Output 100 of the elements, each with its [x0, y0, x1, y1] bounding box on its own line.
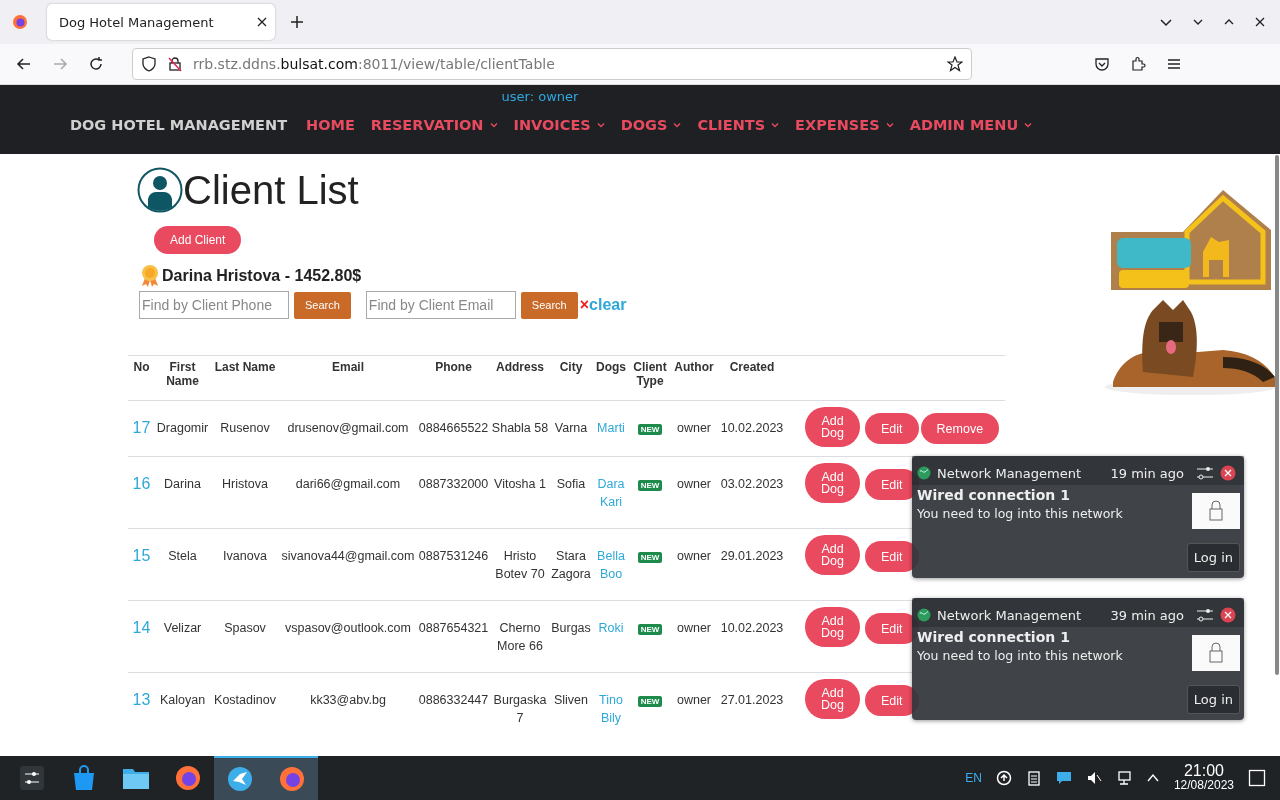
add-dog-button[interactable]: Add Dog [805, 407, 860, 447]
settings-icon[interactable] [1196, 607, 1214, 623]
table-cell: 10.02.2023 [720, 621, 784, 635]
client-type-badge: NEW [637, 480, 663, 491]
dog-link[interactable]: Tino [593, 691, 629, 709]
pocket-icon[interactable] [1094, 56, 1110, 72]
caret-icon[interactable] [673, 121, 682, 129]
table-cell: 03.02.2023 [720, 477, 784, 491]
caret-icon[interactable] [771, 121, 780, 129]
email-search-field[interactable]: Find by Client Email [365, 291, 516, 319]
log-in-button[interactable]: Log in [1186, 543, 1240, 572]
nav-link[interactable]: INVOICES [513, 117, 605, 133]
add-dog-button[interactable]: Add Dog [805, 679, 860, 719]
table-cell: 0887332000 [418, 477, 489, 491]
globe-icon [917, 466, 931, 480]
row-number-link[interactable]: 16 [132, 475, 151, 492]
user-label: user: owner [501, 88, 579, 104]
nav-link[interactable]: RESERVATION [370, 117, 498, 133]
user-avatar-icon [137, 167, 183, 213]
show-desktop-icon[interactable] [1248, 769, 1266, 787]
log-in-button[interactable]: Log in [1186, 685, 1240, 714]
lock-icon [1192, 635, 1240, 671]
add-client-button[interactable]: Add Client [154, 226, 242, 254]
column-header: Created [729, 360, 775, 374]
caret-icon[interactable] [596, 121, 605, 129]
dog-link[interactable]: Bily [593, 709, 629, 727]
caret-icon[interactable] [1024, 121, 1033, 129]
dog-link[interactable]: Marti [593, 419, 629, 437]
column-header: No [133, 360, 150, 374]
dog-link[interactable]: Dara [593, 475, 629, 493]
table-cell: Spasov [224, 621, 266, 635]
star-icon[interactable] [947, 56, 963, 72]
nav-link[interactable]: ADMIN MENU [909, 117, 1033, 133]
extensions-icon[interactable] [1130, 56, 1146, 72]
table-cell: Sliven [553, 693, 588, 707]
notification-time: 39 min ago [1110, 607, 1184, 623]
table-cell: 29.01.2023 [720, 549, 784, 563]
dog-link[interactable]: Boo [593, 565, 629, 583]
url-text: rrb.stz.ddns.bulsat.com:8011/view/table/clientTable [193, 56, 555, 72]
table-cell: owner [676, 693, 711, 707]
clear-link[interactable]: ×clear [579, 296, 627, 314]
table-cell: Kaloyan [159, 693, 206, 707]
nav-link[interactable]: EXPENSES [795, 117, 894, 133]
shield-icon [141, 56, 157, 72]
address-bar[interactable]: rrb.stz.ddns.bulsat.com:8011/view/table/clientTable [132, 48, 972, 80]
edit-button[interactable]: Edit [865, 413, 919, 444]
table-cell: kk33@abv.bg [310, 693, 386, 707]
globe-icon [917, 608, 931, 622]
notification-title: Wired connection 1 [917, 487, 1071, 503]
close-window-icon[interactable] [1254, 16, 1266, 28]
remove-button[interactable]: Remove [920, 413, 1000, 444]
table-cell: Burgas [551, 621, 591, 635]
column-header: Last Name [214, 360, 276, 374]
close-icon[interactable] [257, 17, 267, 27]
table-cell: Velizar [163, 621, 202, 635]
nav-link[interactable]: DOGS [620, 117, 682, 133]
back-icon[interactable] [16, 56, 32, 72]
table-cell: Ivanova [223, 549, 267, 563]
column-header: First Name [166, 360, 199, 388]
close-icon[interactable] [1220, 607, 1236, 623]
notification-app-name: Network Management [937, 607, 1082, 623]
client-type-badge: NEW [637, 696, 663, 707]
search-button[interactable]: Search [520, 291, 578, 319]
nav-link[interactable]: HOME [306, 117, 355, 133]
row-number-link[interactable]: 14 [132, 619, 151, 636]
column-header: Phone [435, 360, 472, 374]
add-dog-button[interactable]: Add Dog [805, 463, 860, 503]
phone-search-field[interactable]: Find by Client Phone [139, 291, 289, 319]
chat-icon [1055, 770, 1072, 786]
table-cell: 0887654321 [418, 621, 489, 635]
table-cell: 0886332447 [418, 693, 489, 707]
nav-link[interactable]: CLIENTS [697, 117, 780, 133]
table-cell: Burgaska 7 [493, 693, 547, 725]
browser-tab[interactable]: Dog Hotel Management [47, 4, 275, 40]
table-cell: Stara Zagora [551, 549, 591, 581]
row-number-link[interactable]: 13 [132, 691, 151, 708]
reload-icon[interactable] [88, 56, 104, 72]
add-dog-button[interactable]: Add Dog [805, 607, 860, 647]
caret-icon[interactable] [885, 121, 894, 129]
new-tab-icon[interactable] [290, 15, 304, 29]
search-button[interactable]: Search [294, 291, 351, 319]
notification-time: 19 min ago [1110, 465, 1184, 481]
table-cell: Dragomir [156, 421, 209, 435]
close-icon[interactable] [1220, 465, 1236, 481]
taskbar-app[interactable] [266, 756, 318, 800]
table-cell: vspasov@outlook.com [285, 621, 411, 635]
column-header: Email [332, 360, 364, 374]
dog-link[interactable]: Kari [593, 493, 629, 511]
menu-icon[interactable] [1166, 56, 1182, 72]
taskbar-app[interactable] [214, 756, 266, 800]
caret-icon[interactable] [489, 121, 498, 129]
browser-logo-icon[interactable] [12, 14, 28, 30]
dog-link[interactable]: Bella [593, 547, 629, 565]
row-number-link[interactable]: 15 [132, 547, 151, 564]
clock-time: 21:00 [1183, 763, 1224, 778]
settings-icon[interactable] [1196, 465, 1214, 481]
row-number-link[interactable]: 17 [132, 419, 151, 436]
table-cell: owner [676, 421, 711, 435]
add-dog-button[interactable]: Add Dog [805, 535, 860, 575]
dog-link[interactable]: Roki [593, 619, 629, 637]
